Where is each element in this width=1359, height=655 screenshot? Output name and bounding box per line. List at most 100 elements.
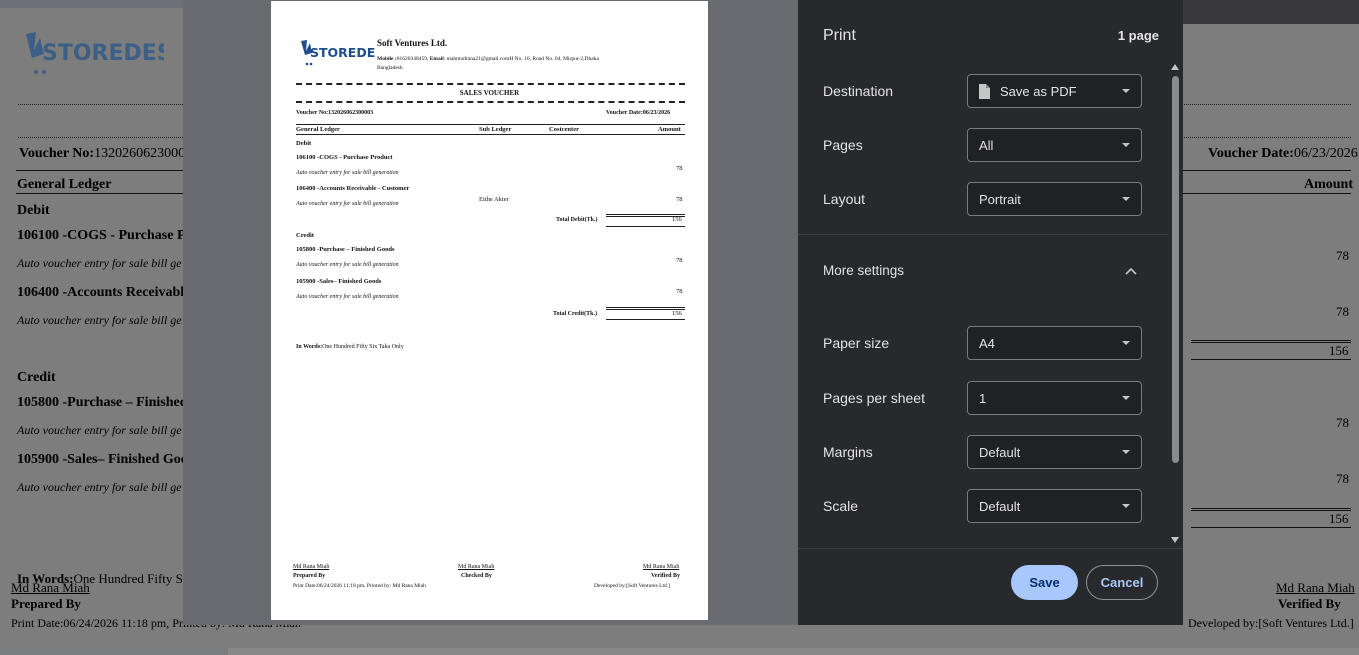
settings-scrollbar-thumb[interactable] bbox=[1172, 76, 1179, 463]
preview-credit-row1-note: Auto voucher entry for sale bill generat… bbox=[296, 262, 399, 268]
background-row2-ledger: 106400 -Accounts Receivable bbox=[17, 285, 191, 300]
background-row3-ledger: 105800 -Purchase – Finished G bbox=[17, 395, 202, 410]
preview-col-sub-ledger: Sub Ledger bbox=[479, 126, 512, 133]
panel-divider bbox=[798, 234, 1168, 235]
preview-col-amount: Amount bbox=[658, 126, 681, 133]
pages-label: Pages bbox=[823, 137, 863, 153]
destination-label: Destination bbox=[823, 83, 894, 99]
save-button[interactable]: Save bbox=[1011, 565, 1078, 600]
background-row1-amount: 78 bbox=[1336, 248, 1349, 263]
background-verified-name: Md Rana Miah bbox=[1276, 580, 1355, 595]
cancel-button[interactable]: Cancel bbox=[1086, 565, 1158, 600]
preview-total-debit: 156 bbox=[672, 216, 682, 223]
background-verified-by: Verified By bbox=[1278, 596, 1341, 611]
background-row1-ledger: 106100 -COGS - Purchase Pro bbox=[17, 228, 199, 243]
pages-per-sheet-label: Pages per sheet bbox=[823, 390, 925, 406]
chevron-down-icon bbox=[1122, 341, 1130, 345]
preview-debit-row1-note: Auto voucher entry for sale bill generat… bbox=[296, 170, 399, 176]
background-row4-amount: 78 bbox=[1336, 471, 1349, 486]
scale-label: Scale bbox=[823, 498, 859, 514]
margins-value: Default bbox=[979, 445, 1021, 460]
pages-value: All bbox=[979, 138, 994, 153]
scale-value: Default bbox=[979, 499, 1021, 514]
background-credit-total: 156 bbox=[1329, 511, 1349, 526]
background-developed-by: Developed by:[Soft Ventures Ltd.] bbox=[1188, 616, 1354, 630]
preview-total-debit-label: Total Debit(Tk.) bbox=[556, 217, 598, 223]
layout-label: Layout bbox=[823, 191, 866, 207]
preview-credit-row1-ledger: 105800 -Purchase – Finished Goods bbox=[296, 246, 395, 253]
preview-title: SALES VOUCHER bbox=[459, 89, 520, 97]
preview-in-words: In Words:One Hundred Fifty Six Taka Only bbox=[296, 344, 404, 350]
background-row2-amount: 78 bbox=[1336, 304, 1349, 319]
background-col-amount: Amount bbox=[1304, 177, 1354, 192]
preview-credit-row2-amount: 78 bbox=[676, 288, 683, 295]
preview-debit-row2-sub-ledger: Eithe Akter bbox=[479, 196, 509, 203]
chevron-down-icon bbox=[1122, 396, 1130, 400]
preview-credit-row2-note: Auto voucher entry for sale bill generat… bbox=[296, 294, 399, 300]
background-voucher-date: Voucher Date:06/23/2026 bbox=[1208, 146, 1358, 161]
background-bottom-strip bbox=[228, 648, 1359, 655]
background-prepared-by: Prepared By bbox=[11, 596, 81, 611]
preview-logo-text: STOREDESK bbox=[310, 45, 376, 60]
preview-credit-row2-ledger: 105900 -Sales– Finished Goods bbox=[296, 278, 382, 285]
destination-select[interactable]: Save as PDF bbox=[967, 74, 1142, 108]
preview-developed-by: Developed by:[Soft Ventures Ltd.] bbox=[594, 583, 670, 589]
more-settings-toggle[interactable]: More settings bbox=[798, 255, 1163, 287]
layout-value: Portrait bbox=[979, 192, 1021, 207]
background-logo-text: STOREDESK bbox=[42, 41, 164, 66]
paper-size-select[interactable]: A4 bbox=[967, 326, 1142, 360]
margins-label: Margins bbox=[823, 444, 873, 460]
margins-select[interactable]: Default bbox=[967, 435, 1142, 469]
preview-credit: Credit bbox=[296, 232, 314, 239]
preview-total-credit-label: Total Credit(Tk.) bbox=[553, 311, 598, 317]
background-row1-note: Auto voucher entry for sale bill ge bbox=[17, 256, 182, 270]
preview-debit-row2-note: Auto voucher entry for sale bill generat… bbox=[296, 201, 399, 207]
preview-debit-row2-amount: 78 bbox=[676, 196, 683, 203]
preview-credit-row1-amount: 78 bbox=[676, 257, 683, 264]
background-row4-note: Auto voucher entry for sale bill ge bbox=[17, 480, 182, 494]
chevron-down-icon bbox=[1122, 197, 1130, 201]
preview-voucher-date: Voucher Date:06/23/2026 bbox=[606, 110, 671, 116]
background-row4-ledger: 105900 -Sales– Finished Good bbox=[17, 452, 196, 467]
page-count: 1 page bbox=[1117, 28, 1159, 43]
more-settings-label: More settings bbox=[823, 263, 905, 278]
preview-total-credit: 156 bbox=[672, 310, 682, 317]
background-prepared-name: Md Rana Miah bbox=[11, 580, 90, 595]
scroll-down-arrow-icon[interactable] bbox=[1171, 537, 1179, 543]
layout-select[interactable]: Portrait bbox=[967, 182, 1142, 216]
background-row3-note: Auto voucher entry for sale bill ge bbox=[17, 423, 182, 437]
preview-prepared-by: Prepared By bbox=[293, 573, 326, 579]
preview-sheet: STOREDESK Soft Ventures Ltd. Mobile :016… bbox=[271, 1, 708, 620]
pages-select[interactable]: All bbox=[967, 128, 1142, 162]
preview-company-name: Soft Ventures Ltd. bbox=[377, 38, 448, 48]
preview-debit-row2-ledger: 106400 -Accounts Receivable - Customer bbox=[296, 185, 410, 192]
pages-per-sheet-select[interactable]: 1 bbox=[967, 381, 1142, 415]
preview-storedesk-logo-icon: STOREDESK bbox=[301, 40, 376, 66]
background-top-bar-dark bbox=[1183, 0, 1359, 24]
chevron-up-icon bbox=[1125, 267, 1137, 275]
preview-col-costcenter: Costcenter bbox=[549, 126, 579, 133]
preview-contact: Mobile :01620348459, Email: mahmudrana21… bbox=[377, 56, 599, 62]
pages-per-sheet-value: 1 bbox=[979, 391, 987, 406]
preview-col-ledger: General Ledger bbox=[296, 126, 340, 133]
background-logo: STOREDESK bbox=[24, 28, 191, 83]
preview-prepared-name: Md Rana Miah bbox=[293, 564, 330, 570]
background-credit: Credit bbox=[17, 370, 56, 385]
background-voucher-no: Voucher No:132026062300003 bbox=[19, 146, 200, 161]
storedesk-logo-icon: STOREDESK bbox=[26, 32, 191, 74]
print-settings-panel: Print 1 page Destination Save as PDF Pag… bbox=[798, 0, 1183, 625]
footer-divider bbox=[798, 548, 1183, 549]
preview-voucher-no: Voucher No:132026062300003 bbox=[296, 110, 374, 116]
preview-verified-name: Md Rana Miah bbox=[643, 564, 680, 570]
scroll-up-arrow-icon[interactable] bbox=[1171, 64, 1179, 70]
preview-checked-by: Checked By bbox=[461, 573, 492, 579]
chevron-down-icon bbox=[1122, 504, 1130, 508]
scale-select[interactable]: Default bbox=[967, 489, 1142, 523]
preview-debit-row1-amount: 78 bbox=[676, 165, 683, 172]
chevron-down-icon bbox=[1122, 89, 1130, 93]
paper-size-label: Paper size bbox=[823, 335, 890, 351]
preview-checked-name: Md Rana Miah bbox=[458, 564, 495, 570]
preview-print-date: Print Date:06/24/2026 11:18 pm, Printed … bbox=[293, 583, 426, 589]
chevron-down-icon bbox=[1122, 143, 1130, 147]
chevron-down-icon bbox=[1122, 450, 1130, 454]
